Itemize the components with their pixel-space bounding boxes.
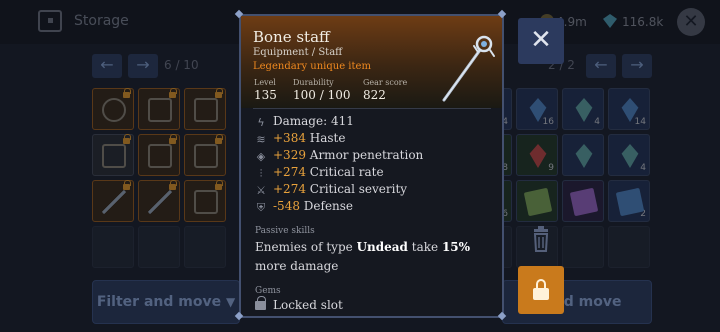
wing-icon: ≋ — [256, 133, 266, 146]
durability-label: Durability — [293, 78, 334, 87]
gear-score-value: 822 — [363, 88, 386, 102]
stat-row: ⛨ -548 Defense — [255, 199, 353, 216]
stat-row: ⚔ +274 Critical severity — [255, 182, 407, 199]
bone-staff-icon — [442, 35, 495, 102]
slash-icon: ⚔ — [256, 184, 266, 197]
stat-row: ϟ Damage: 411 — [255, 114, 354, 131]
stat-row: ≋ +384 Haste — [255, 131, 345, 148]
gem-slot: Locked slot — [255, 296, 343, 312]
level-label: Level — [254, 78, 276, 87]
item-name: Bone staff — [253, 28, 330, 46]
stat-label: Critical severity — [305, 182, 408, 196]
gear-score-label: Gear score — [363, 78, 408, 87]
stat-bonus: +274 — [273, 182, 306, 196]
durability-value: 100 / 100 — [293, 88, 351, 102]
gem-slot-label: Locked slot — [273, 298, 343, 312]
lock-icon — [255, 296, 266, 310]
level-value: 135 — [254, 88, 277, 102]
claws-icon: ⫶ — [259, 167, 263, 180]
lock-item-button[interactable] — [518, 266, 564, 314]
item-type: Equipment / Staff — [253, 47, 343, 58]
passive-skill-text: Enemies of type Undead take 15% more dam… — [255, 240, 471, 273]
shield-break-icon: ◈ — [256, 150, 266, 163]
stat-label: Critical rate — [305, 165, 384, 179]
item-rarity: Legendary unique item — [253, 61, 371, 72]
stat-bonus: -548 — [273, 199, 300, 213]
stat-row: ⫶ +274 Critical rate — [255, 165, 384, 182]
item-header: Bone staff Equipment / Staff Legendary u… — [241, 16, 502, 108]
trash-icon[interactable] — [526, 226, 556, 252]
stat-label: Armor penetration — [305, 148, 424, 162]
stat-bonus: +274 — [273, 165, 306, 179]
enemy-type: Undead — [356, 240, 408, 254]
stat-label: Haste — [305, 131, 346, 145]
item-tooltip: Bone staff Equipment / Staff Legendary u… — [239, 14, 504, 318]
passive-skills-title: Passive skills — [255, 226, 315, 236]
defense-icon: ⛨ — [256, 201, 266, 214]
gems-title: Gems — [255, 286, 281, 296]
stat-bonus: +329 — [273, 148, 306, 162]
close-tooltip-button[interactable]: ✕ — [518, 18, 564, 64]
divider — [253, 108, 491, 109]
lightning-icon: ϟ — [257, 116, 265, 129]
stat-label: Damage: 411 — [273, 114, 354, 128]
damage-bonus: 15% — [441, 240, 471, 254]
stat-row: ◈ +329 Armor penetration — [255, 148, 424, 165]
stat-bonus: +384 — [273, 131, 306, 145]
stat-label: Defense — [299, 199, 354, 213]
